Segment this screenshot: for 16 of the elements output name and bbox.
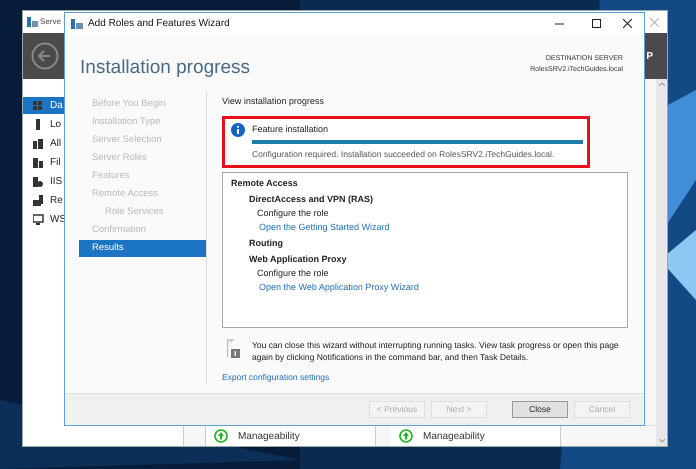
result-text: Configure the role bbox=[257, 268, 329, 278]
window-title: Serve bbox=[40, 16, 61, 28]
section-label: View installation progress bbox=[222, 95, 325, 107]
result-text: Configure the role bbox=[257, 208, 329, 218]
result-heading: Remote Access bbox=[231, 178, 298, 188]
result-subheading: Web Application Proxy bbox=[249, 254, 347, 264]
result-subheading: DirectAccess and VPN (RAS) bbox=[249, 194, 374, 204]
note-text: You can close this wizard without interrupting running tasks. View task progress or open this page again by clicking Notifications in the command bar, and then Task Details. bbox=[252, 339, 620, 363]
tile-label: Manageability bbox=[238, 430, 300, 444]
window-title: Add Roles and Features Wizard bbox=[88, 17, 230, 31]
result-subheading: Routing bbox=[249, 238, 283, 248]
tile-label: Manageability bbox=[423, 430, 485, 444]
progress-message: Configuration required. Installation succeeded on RolesSRV2.iTechGuides.local. bbox=[252, 149, 554, 160]
page-heading: Installation progress bbox=[80, 56, 250, 80]
header-text: P bbox=[646, 50, 653, 64]
progress-title: Feature installation bbox=[252, 123, 328, 136]
